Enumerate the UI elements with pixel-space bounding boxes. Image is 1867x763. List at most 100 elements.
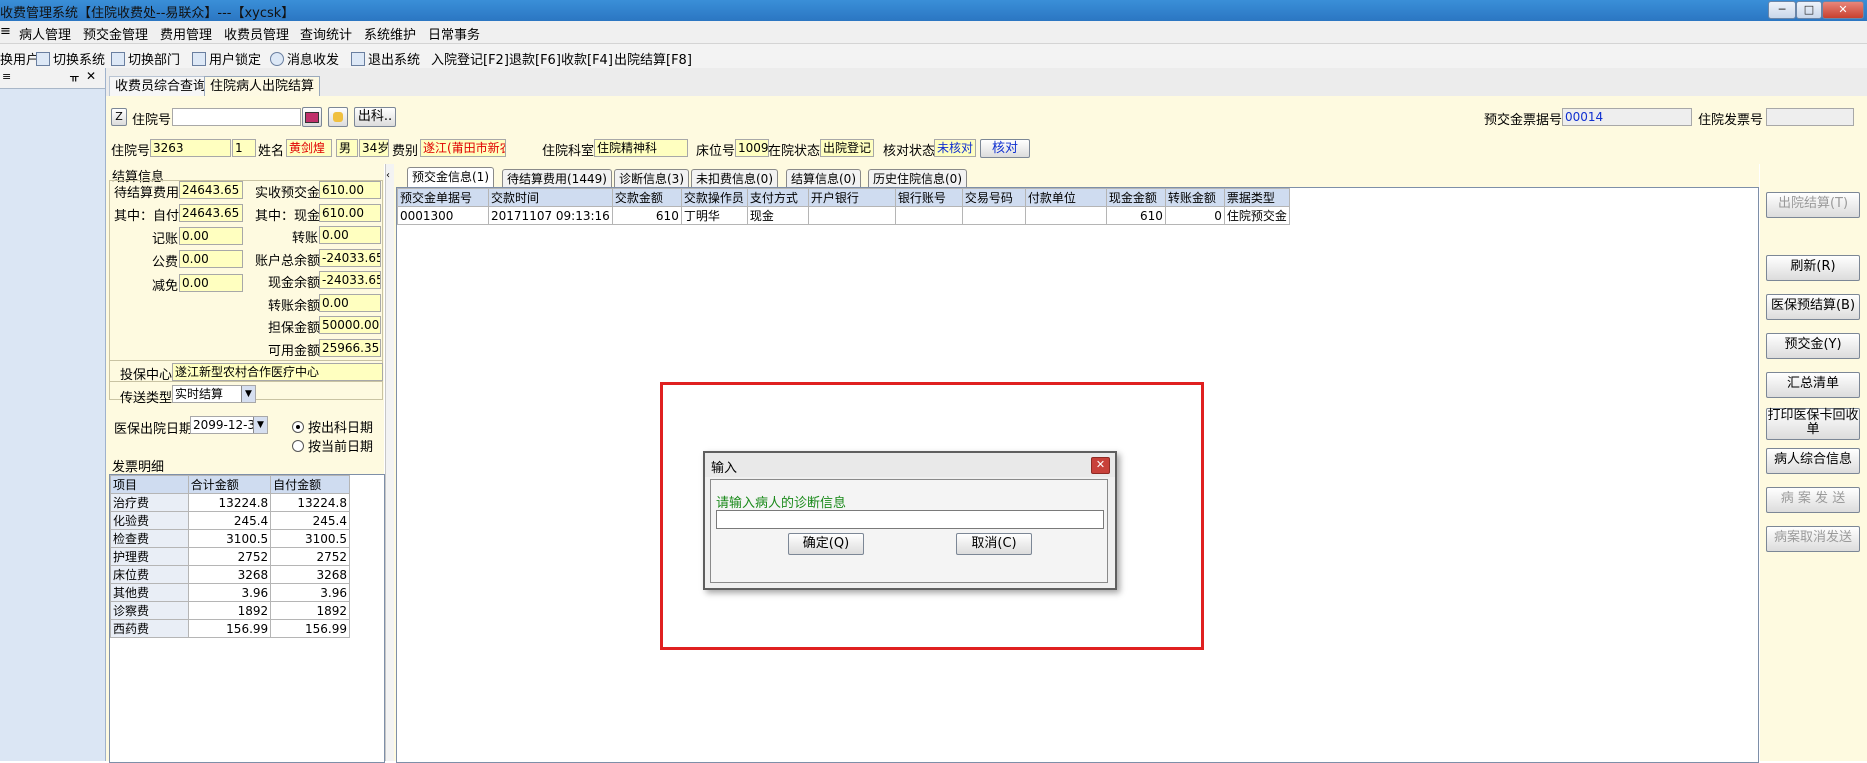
- collapse-left-icon[interactable]: ‹: [386, 170, 390, 181]
- dialog-close-icon[interactable]: ✕: [1091, 457, 1110, 474]
- prepaid-field[interactable]: 610.00: [319, 181, 381, 199]
- invoice-no-field[interactable]: [1766, 108, 1854, 126]
- left-nav-panel[interactable]: ≡ ᚂ ✕: [0, 68, 106, 761]
- transfer-field[interactable]: 0.00: [319, 226, 381, 244]
- menu-query[interactable]: 查询统计: [300, 24, 352, 43]
- table-row[interactable]: 诊察费 1892 1892: [110, 601, 350, 620]
- confirm-button[interactable]: 确定(Q): [788, 533, 864, 555]
- close-button[interactable]: ✕: [1822, 1, 1864, 19]
- cancel-button[interactable]: 取消(C): [956, 533, 1032, 555]
- available-field[interactable]: 25966.35: [319, 339, 381, 357]
- z-button[interactable]: Z: [111, 108, 127, 126]
- card-reader-icon[interactable]: [302, 107, 322, 127]
- table-row[interactable]: 化验费 245.4 245.4: [110, 511, 350, 530]
- summary-list-button[interactable]: 汇总清单: [1766, 372, 1860, 398]
- tab-undeducted[interactable]: 未扣费信息(0): [691, 169, 778, 188]
- insurance-presettle-button[interactable]: 医保预结算(B): [1766, 294, 1860, 320]
- search-id-input[interactable]: [172, 108, 301, 126]
- tool-discharge[interactable]: 出院结算[F8]: [614, 49, 692, 68]
- tool-admit[interactable]: 入院登记[F2]: [431, 49, 509, 68]
- insure-date-picker[interactable]: 2099-12-31 ▼: [190, 416, 268, 434]
- patient-id-field[interactable]: 3263: [150, 139, 231, 157]
- tool-switch-system[interactable]: 切换系统: [36, 49, 105, 68]
- fee-type-field[interactable]: 遂江(莆田市新农: [420, 139, 506, 157]
- patient-info-button[interactable]: 病人综合信息: [1766, 448, 1860, 474]
- dept-field[interactable]: 住院精神科: [594, 139, 688, 157]
- tool-lock-user[interactable]: 用户锁定: [192, 49, 261, 68]
- verify-button[interactable]: 核对: [980, 139, 1030, 158]
- tool-exit[interactable]: 退出系统: [351, 49, 420, 68]
- reduce-field[interactable]: 0.00: [179, 274, 243, 292]
- tab-prepay-info[interactable]: 预交金信息(1): [407, 167, 494, 188]
- tab-discharge-settle[interactable]: 住院病人出院结算: [204, 76, 321, 97]
- tab-pending-fees[interactable]: 待结算费用(1449): [502, 169, 612, 188]
- menu-cashier[interactable]: 收费员管理: [224, 24, 289, 43]
- public-field[interactable]: 0.00: [179, 250, 243, 268]
- menu-system[interactable]: 系统维护: [364, 24, 416, 43]
- discharge-settle-button[interactable]: 出院结算(T): [1766, 192, 1860, 218]
- invoice-detail-grid[interactable]: 项目 合计金额 自付金额 治疗费 13224.8 13224.8 化验费 245.4 2…: [109, 474, 385, 763]
- tool-collect[interactable]: 收款[F4]: [561, 49, 613, 68]
- panel-close-icon[interactable]: ✕: [86, 69, 96, 83]
- tool-message[interactable]: 消息收发: [270, 49, 339, 68]
- menu-daily[interactable]: 日常事务: [428, 24, 480, 43]
- receipt-no-field[interactable]: 00014: [1562, 108, 1692, 126]
- check-status-field[interactable]: 未核对: [934, 139, 976, 157]
- grid-header: 开户银行: [807, 188, 896, 207]
- input-dialog[interactable]: 输入 ✕ 请输入病人的诊断信息 确定(Q) 取消(C): [703, 451, 1117, 590]
- self-pay-field[interactable]: 24643.65: [179, 204, 243, 222]
- patient-age-field[interactable]: 34岁: [359, 139, 389, 157]
- maximize-button[interactable]: □: [1796, 1, 1822, 19]
- send-type-select[interactable]: 实时结算 ▼: [172, 385, 256, 403]
- date-dropdown-icon[interactable]: ▼: [253, 417, 267, 433]
- invoice-self: 156.99: [270, 619, 350, 638]
- table-row[interactable]: 其他费 3.96 3.96: [110, 583, 350, 602]
- cash-balance-field[interactable]: -24033.65: [319, 271, 381, 289]
- out-dept-button[interactable]: 出科..: [354, 107, 396, 127]
- tab-history[interactable]: 历史住院信息(0): [868, 169, 967, 188]
- tab-settle-info[interactable]: 结算信息(0): [786, 169, 861, 188]
- menu-patient[interactable]: 病人管理: [19, 24, 71, 43]
- left-panel-header: ≡ ᚂ ✕: [0, 68, 105, 89]
- status-field[interactable]: 出院登记: [820, 139, 874, 157]
- table-row[interactable]: 床位费 3268 3268: [110, 565, 350, 584]
- tab-diagnosis[interactable]: 诊断信息(3): [614, 169, 689, 188]
- tool-switch-dept[interactable]: 切换部门: [111, 49, 180, 68]
- table-row[interactable]: 治疗费 13224.8 13224.8: [110, 493, 350, 512]
- transfer-balance-field[interactable]: 0.00: [319, 294, 381, 312]
- send-type-value: 实时结算: [175, 387, 224, 401]
- diagnosis-input[interactable]: [716, 510, 1104, 529]
- table-row[interactable]: 检查费 3100.5 3100.5: [110, 529, 350, 548]
- cancel-send-record-button[interactable]: 病案取消发送: [1766, 526, 1860, 552]
- print-card-receipt-button[interactable]: 打印医保卡回收单: [1766, 408, 1860, 440]
- tool-switch-user[interactable]: 换用户: [0, 49, 39, 68]
- chevron-down-icon[interactable]: ▼: [241, 386, 255, 402]
- pin-icon[interactable]: ᚂ: [70, 69, 79, 83]
- table-row[interactable]: 西药费 156.99 156.99: [110, 619, 350, 638]
- tool-refund[interactable]: 退款[F6]: [509, 49, 561, 68]
- table-row[interactable]: 0001300 20171107 09:13:16 610 丁明华 现金 610…: [396, 206, 1291, 225]
- invoice-item: 检查费: [110, 529, 189, 548]
- menu-prepay[interactable]: 预交金管理: [83, 24, 148, 43]
- radio-by-current-date[interactable]: 按当前日期: [292, 436, 373, 455]
- patient-seq-field[interactable]: 1: [232, 139, 256, 157]
- guarantee-field[interactable]: 50000.00: [319, 316, 381, 334]
- cash-field[interactable]: 610.00: [319, 204, 381, 222]
- patient-name-field[interactable]: 黄剑煌: [286, 139, 332, 157]
- prepay-button[interactable]: 预交金(Y): [1766, 333, 1860, 359]
- radio-by-out-date[interactable]: 按出科日期: [292, 417, 373, 436]
- tab-cashier-query[interactable]: 收费员综合查询: [109, 76, 213, 96]
- grid-header: 交易号码: [961, 188, 1026, 207]
- minimize-button[interactable]: ─: [1768, 1, 1796, 19]
- insure-center-field[interactable]: 遂江新型农村合作医疗中心: [172, 363, 383, 381]
- record-field[interactable]: 0.00: [179, 227, 243, 245]
- pending-field[interactable]: 24643.65: [179, 181, 243, 199]
- refresh-button[interactable]: 刷新(R): [1766, 255, 1860, 281]
- account-total-field[interactable]: -24033.65: [319, 249, 381, 267]
- send-record-button[interactable]: 病 案 发 送: [1766, 487, 1860, 513]
- hand-pointer-icon[interactable]: [328, 107, 348, 127]
- table-row[interactable]: 护理费 2752 2752: [110, 547, 350, 566]
- bed-field[interactable]: 1009: [735, 139, 769, 157]
- menu-fees[interactable]: 费用管理: [160, 24, 212, 43]
- patient-sex-field[interactable]: 男: [336, 139, 358, 157]
